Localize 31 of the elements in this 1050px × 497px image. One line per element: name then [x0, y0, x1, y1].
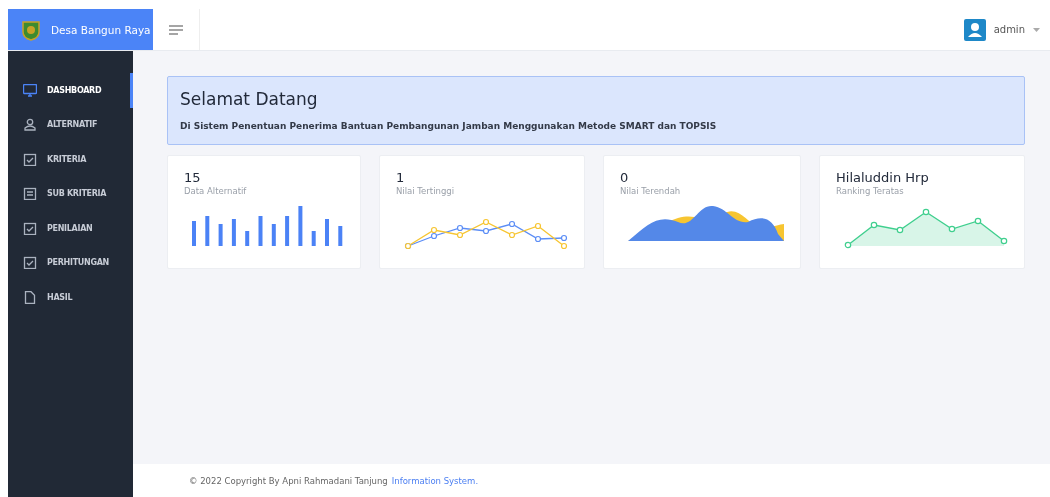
app-name: Desa Bangun Raya: [51, 23, 151, 36]
copyright-text: © 2022 Copyright By Apni Rahmadani Tanjung: [189, 475, 388, 486]
stat-value: 0: [620, 170, 630, 185]
sidebar-item[interactable]: PERHITUNGAN: [8, 245, 133, 280]
stat-label: Ranking Teratas: [836, 186, 905, 196]
user-menu[interactable]: admin: [963, 18, 1050, 41]
monitor-icon: [23, 83, 37, 97]
stat-value: Hilaluddin Hrp: [836, 170, 930, 185]
sidebar-item[interactable]: KRITERIA: [8, 142, 133, 177]
sidebar-item[interactable]: PENILAIAN: [8, 211, 133, 246]
welcome-text: Di Sistem Penentuan Penerima Bantuan Pembangunan Jamban Menggunakan Metode SMART dan TOPSIS: [180, 121, 718, 131]
welcome-title: Selamat Datang: [180, 89, 319, 109]
stat-value: 1: [396, 170, 406, 185]
sidebar-item[interactable]: HASIL: [8, 280, 133, 315]
menu-icon: [169, 24, 183, 35]
footer-link[interactable]: Information System.: [391, 475, 479, 486]
clipboard-list-icon: [23, 187, 37, 201]
caret-icon: [1033, 27, 1040, 32]
stat-label: Nilai Terendah: [620, 186, 682, 196]
file-icon: [23, 290, 37, 304]
clipboard-check-icon: [23, 256, 37, 270]
stat-label: Nilai Tertinggi: [396, 186, 456, 196]
stat-value: 15: [184, 170, 202, 185]
avatar-icon: [963, 18, 986, 41]
stat-label: Data Alternatif: [184, 186, 248, 196]
sidebar-item[interactable]: SUB KRITERIA: [8, 176, 133, 211]
clipboard-check-icon: [23, 221, 37, 235]
sidebar-item[interactable]: ALTERNATIF: [8, 107, 133, 142]
emblem-icon: [20, 18, 42, 41]
user-icon: [23, 118, 37, 132]
clipboard-check-icon: [23, 152, 37, 166]
